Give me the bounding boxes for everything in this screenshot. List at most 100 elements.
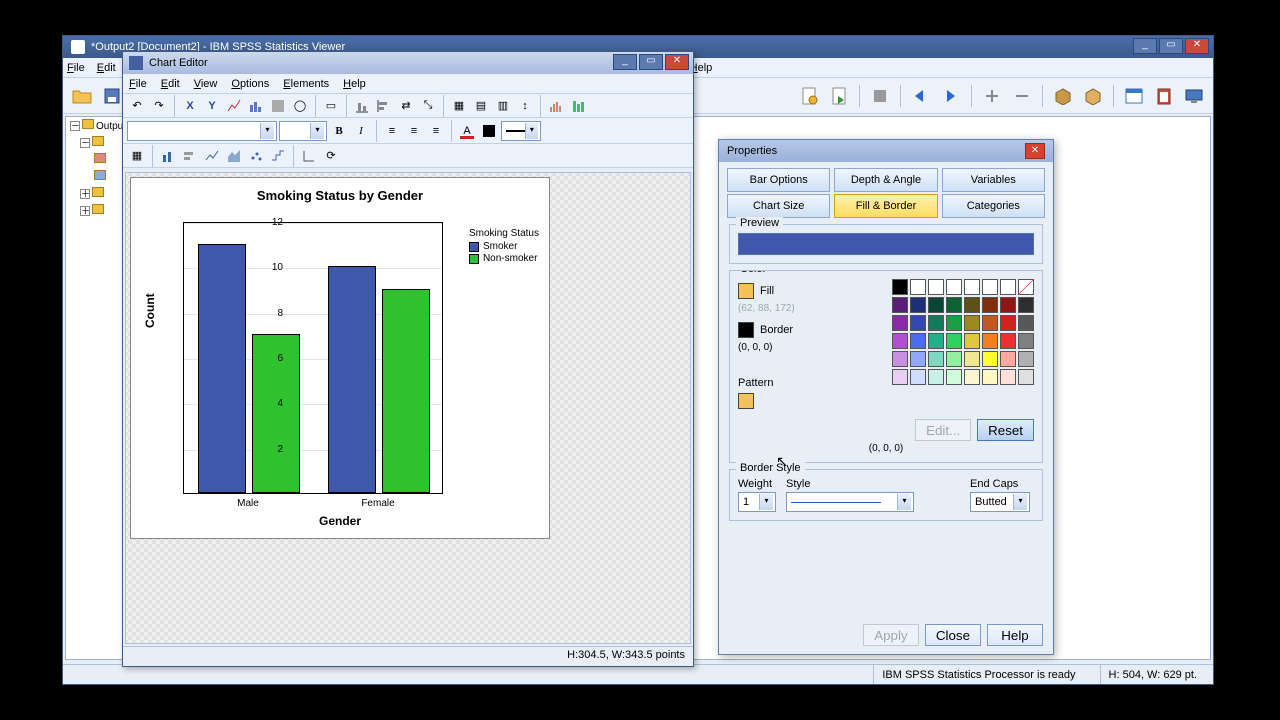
axis-tool-icon[interactable] — [299, 146, 319, 166]
minimize-button[interactable]: _ — [1133, 38, 1157, 54]
palette-swatch[interactable] — [892, 297, 908, 313]
palette-swatch[interactable] — [964, 369, 980, 385]
properties-close-button[interactable]: ✕ — [1025, 143, 1045, 159]
palette-swatch[interactable] — [892, 333, 908, 349]
palette-swatch[interactable] — [1000, 351, 1016, 367]
stack-icon[interactable] — [568, 96, 588, 116]
maximize-button[interactable]: ▭ — [1159, 38, 1183, 54]
doc-icon[interactable] — [796, 83, 822, 109]
menu-edit[interactable]: Edit — [97, 62, 116, 74]
area-tool-icon[interactable] — [224, 146, 244, 166]
close-button[interactable]: ✕ — [1185, 38, 1209, 54]
screen-icon[interactable] — [1181, 83, 1207, 109]
ce-menu-edit[interactable]: Edit — [161, 78, 180, 90]
palette-swatch[interactable] — [964, 279, 980, 295]
palette-swatch[interactable] — [946, 315, 962, 331]
align-l-icon[interactable]: ≡ — [382, 121, 402, 141]
palette-swatch[interactable] — [928, 279, 944, 295]
output-tree[interactable]: －Output － ＋ ＋ — [66, 117, 126, 659]
palette-swatch[interactable] — [964, 315, 980, 331]
palette-swatch[interactable] — [964, 333, 980, 349]
palette-swatch[interactable] — [910, 315, 926, 331]
palette-swatch[interactable] — [1018, 297, 1034, 313]
chart-editor-menubar[interactable]: FileEditViewOptionsElementsHelp — [123, 74, 693, 94]
scatter-tool-icon[interactable] — [246, 146, 266, 166]
ce-close-button[interactable]: ✕ — [665, 54, 689, 70]
box-icon[interactable] — [1050, 83, 1076, 109]
tab-depth-angle[interactable]: Depth & Angle — [834, 168, 937, 192]
undo-icon[interactable]: ↶ — [127, 96, 147, 116]
color-palette[interactable] — [892, 279, 1034, 385]
properties-titlebar[interactable]: Properties ✕ — [719, 140, 1053, 162]
grid-tool-icon[interactable]: ▦ — [127, 146, 147, 166]
palette-swatch[interactable] — [892, 351, 908, 367]
ce-menu-file[interactable]: File — [129, 78, 147, 90]
palette-swatch[interactable] — [982, 279, 998, 295]
clipboard-icon[interactable] — [1151, 83, 1177, 109]
palette-swatch[interactable] — [910, 333, 926, 349]
open-icon[interactable] — [69, 83, 95, 109]
palette-swatch[interactable] — [910, 369, 926, 385]
bar-male-smoker[interactable] — [198, 244, 246, 493]
palette-swatch[interactable] — [1000, 333, 1016, 349]
doc-go-icon[interactable] — [826, 83, 852, 109]
x-axis-label[interactable]: Gender — [131, 514, 549, 528]
tab-bar-options[interactable]: Bar Options — [727, 168, 830, 192]
ce-menu-view[interactable]: View — [194, 78, 218, 90]
palette-swatch[interactable] — [1018, 351, 1034, 367]
palette-swatch[interactable] — [910, 351, 926, 367]
palette-swatch[interactable] — [964, 297, 980, 313]
trend-icon[interactable] — [224, 96, 244, 116]
grid3-icon[interactable]: ▥ — [493, 96, 513, 116]
palette-swatch[interactable] — [1018, 315, 1034, 331]
nav-back-icon[interactable] — [908, 83, 934, 109]
fill-color-icon[interactable] — [479, 121, 499, 141]
endcaps-select[interactable]: Butted▾ — [970, 492, 1030, 512]
align-bottom-icon[interactable] — [352, 96, 372, 116]
tab-categories[interactable]: Categories — [942, 194, 1045, 218]
legend-item[interactable]: Smoker — [469, 241, 539, 252]
edit-color-button[interactable]: Edit... — [915, 419, 971, 441]
palette-swatch[interactable] — [892, 279, 908, 295]
palette-swatch[interactable] — [910, 279, 926, 295]
chart-plot-area[interactable] — [183, 222, 443, 494]
weight-select[interactable]: 1▾ — [738, 492, 776, 512]
fill-color-row[interactable]: Fill — [738, 283, 848, 299]
swap-icon[interactable]: ⇄ — [396, 96, 416, 116]
palette-swatch[interactable] — [982, 369, 998, 385]
sort-icon[interactable]: ↕ — [515, 96, 535, 116]
grid2-icon[interactable]: ▤ — [471, 96, 491, 116]
palette-swatch[interactable] — [946, 369, 962, 385]
stop-icon[interactable] — [867, 83, 893, 109]
palette-swatch[interactable] — [1018, 369, 1034, 385]
align-r-icon[interactable]: ≡ — [426, 121, 446, 141]
pattern-row[interactable] — [738, 393, 848, 409]
palette-swatch[interactable] — [946, 351, 962, 367]
palette-swatch[interactable] — [982, 297, 998, 313]
bold-icon[interactable]: B — [329, 121, 349, 141]
ce-menu-help[interactable]: Help — [343, 78, 366, 90]
tab-chart-size[interactable]: Chart Size — [727, 194, 830, 218]
line-tool-icon[interactable] — [202, 146, 222, 166]
box-open-icon[interactable] — [1080, 83, 1106, 109]
ce-menu-options[interactable]: Options — [231, 78, 269, 90]
y-axis-icon[interactable]: Y — [202, 96, 222, 116]
palette-swatch[interactable] — [928, 297, 944, 313]
palette-swatch[interactable] — [964, 351, 980, 367]
rect-icon[interactable]: ▭ — [321, 96, 341, 116]
tab-fill-border[interactable]: Fill & Border — [834, 194, 937, 218]
palette-swatch[interactable] — [928, 315, 944, 331]
palette-swatch[interactable] — [982, 333, 998, 349]
chart-legend[interactable]: Smoking Status SmokerNon-smoker — [469, 228, 539, 264]
align-c-icon[interactable]: ≡ — [404, 121, 424, 141]
align-left-icon[interactable] — [374, 96, 394, 116]
palette-swatch[interactable] — [982, 315, 998, 331]
palette-swatch[interactable] — [1000, 315, 1016, 331]
legend-item[interactable]: Non-smoker — [469, 253, 539, 264]
close-dialog-button[interactable]: Close — [925, 624, 981, 646]
apply-button[interactable]: Apply — [863, 624, 919, 646]
chart-editor-toolbar-1[interactable]: ↶ ↷ X Y ◯ ▭ ⇄ ⤡ ▦ ▤ ▥ ↕ — [123, 94, 693, 118]
palette-swatch[interactable] — [928, 369, 944, 385]
text-color-icon[interactable]: A — [457, 121, 477, 141]
palette-swatch[interactable] — [928, 333, 944, 349]
